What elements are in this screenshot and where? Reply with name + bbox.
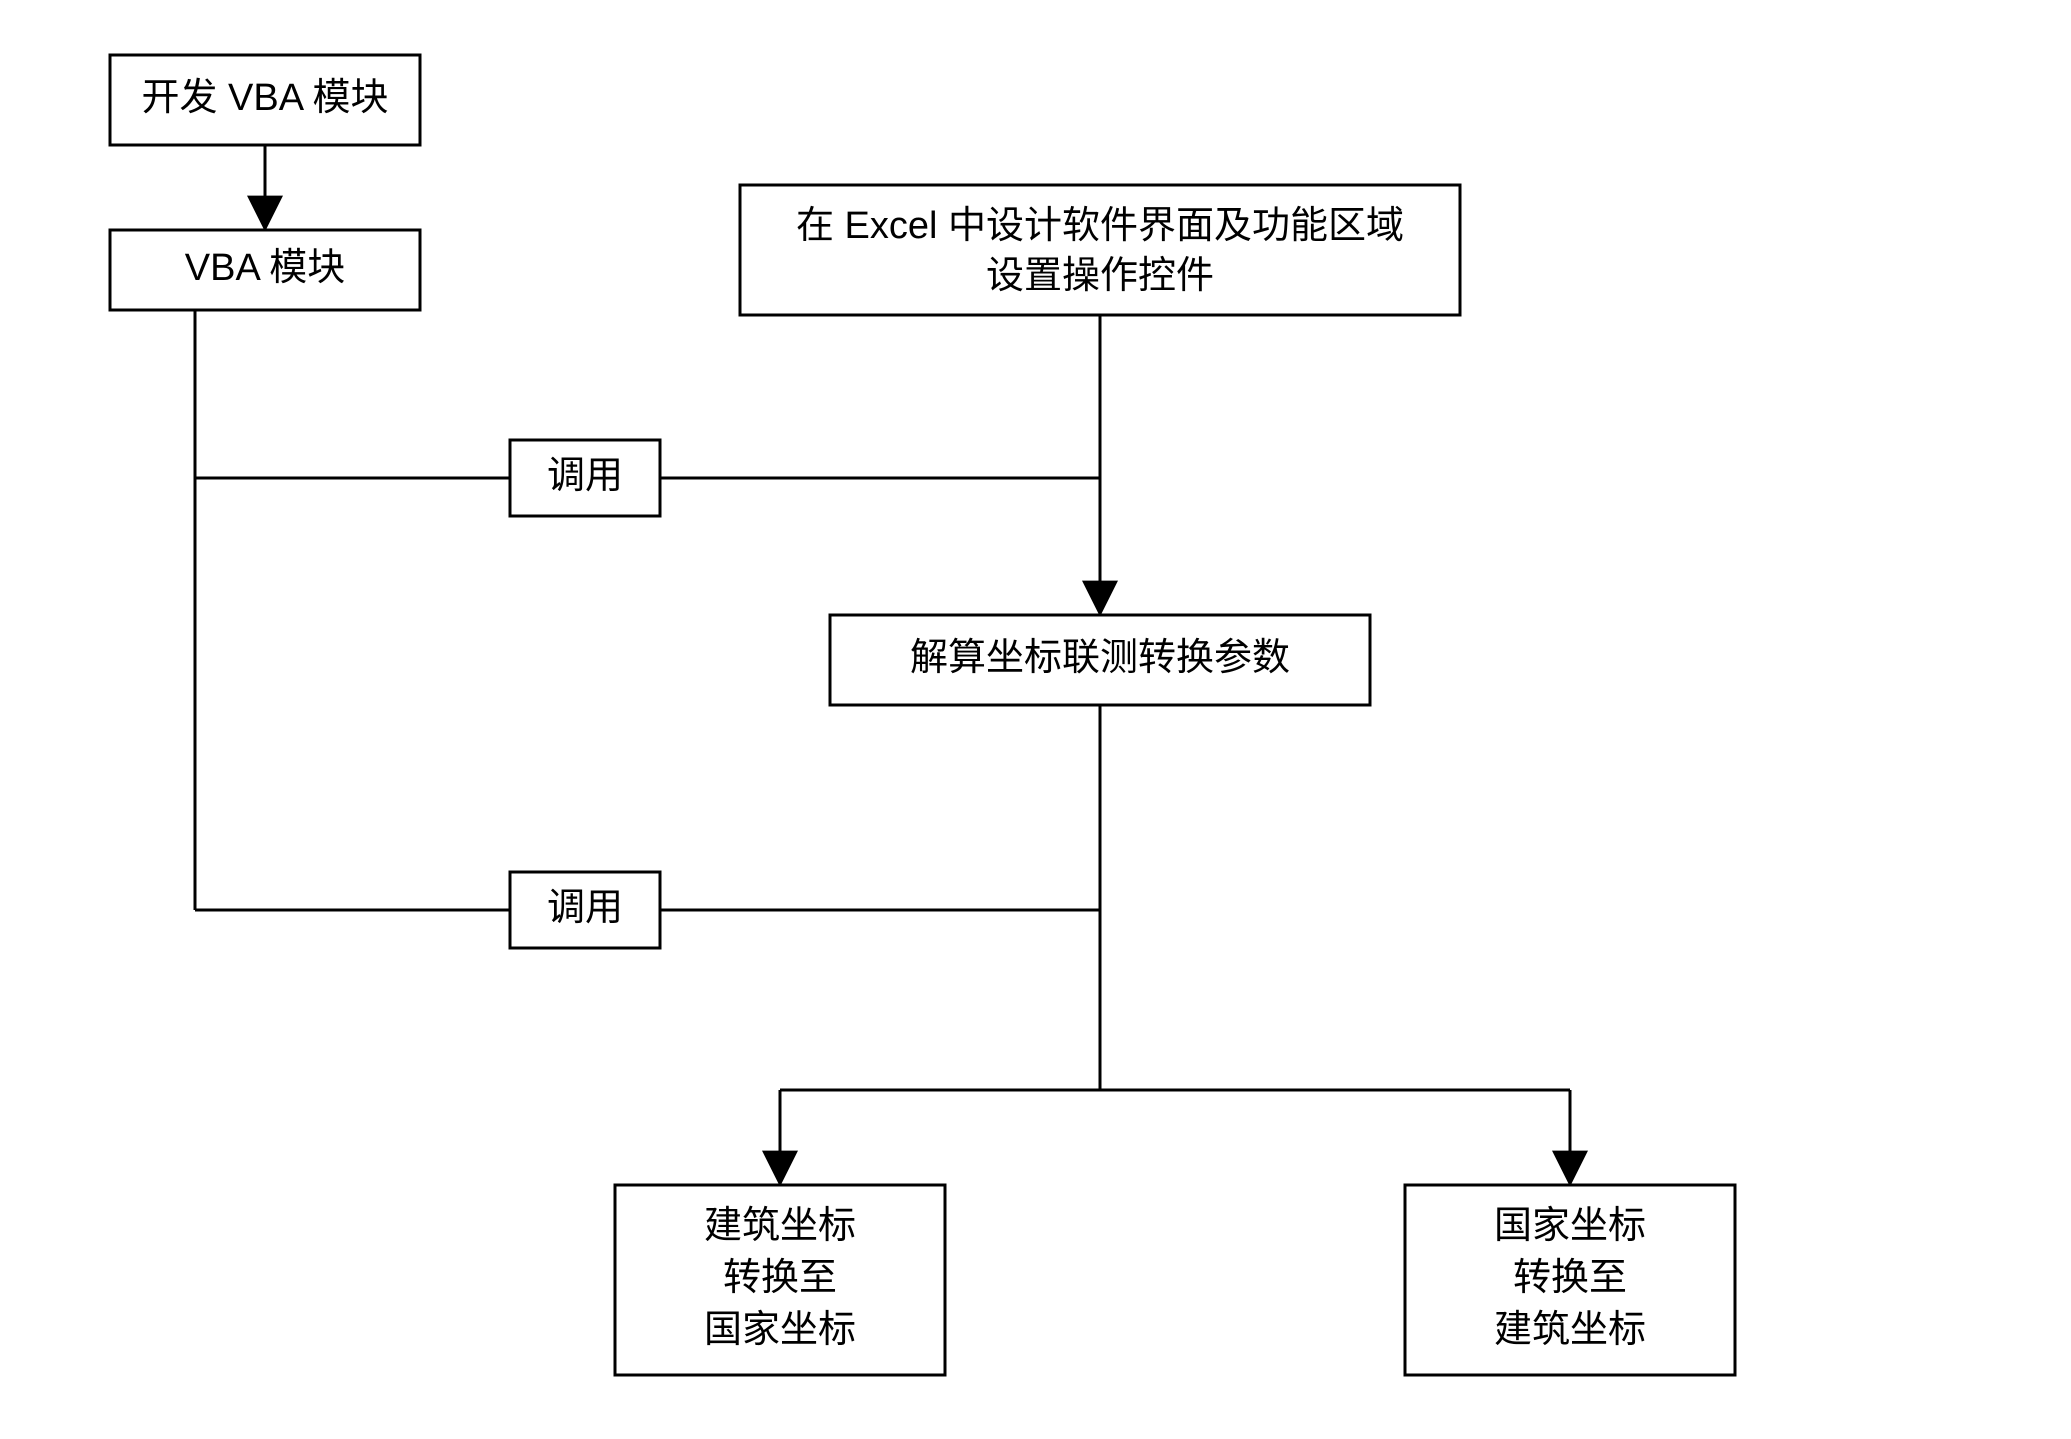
- node-build-to-nat-line2: 转换至: [723, 1257, 837, 1299]
- node-build-to-nat: 建筑坐标 转换至 国家坐标: [615, 1185, 945, 1375]
- node-vba-module: VBA 模块: [110, 230, 420, 310]
- node-nat-to-build-line1: 国家坐标: [1494, 1205, 1646, 1247]
- flowchart: 开发 VBA 模块 VBA 模块 在 Excel 中设计软件界面及功能区域 设置…: [0, 0, 2071, 1439]
- node-excel-ui: 在 Excel 中设计软件界面及功能区域 设置操作控件: [740, 185, 1460, 315]
- node-solve-params-label: 解算坐标联测转换参数: [910, 637, 1290, 679]
- node-excel-ui-line2: 设置操作控件: [986, 255, 1214, 297]
- node-call-2: 调用: [510, 872, 660, 948]
- node-vba-module-label: VBA 模块: [185, 247, 346, 289]
- node-nat-to-build-line3: 建筑坐标: [1494, 1309, 1646, 1351]
- node-call-1: 调用: [510, 440, 660, 516]
- node-dev-vba: 开发 VBA 模块: [110, 55, 420, 145]
- node-build-to-nat-line3: 国家坐标: [704, 1309, 856, 1351]
- node-solve-params: 解算坐标联测转换参数: [830, 615, 1370, 705]
- node-dev-vba-label: 开发 VBA 模块: [141, 77, 388, 119]
- node-build-to-nat-line1: 建筑坐标: [704, 1205, 856, 1247]
- node-nat-to-build: 国家坐标 转换至 建筑坐标: [1405, 1185, 1735, 1375]
- node-call-1-label: 调用: [547, 455, 623, 497]
- node-nat-to-build-line2: 转换至: [1513, 1257, 1627, 1299]
- node-call-2-label: 调用: [547, 887, 623, 929]
- node-excel-ui-line1: 在 Excel 中设计软件界面及功能区域: [796, 205, 1404, 247]
